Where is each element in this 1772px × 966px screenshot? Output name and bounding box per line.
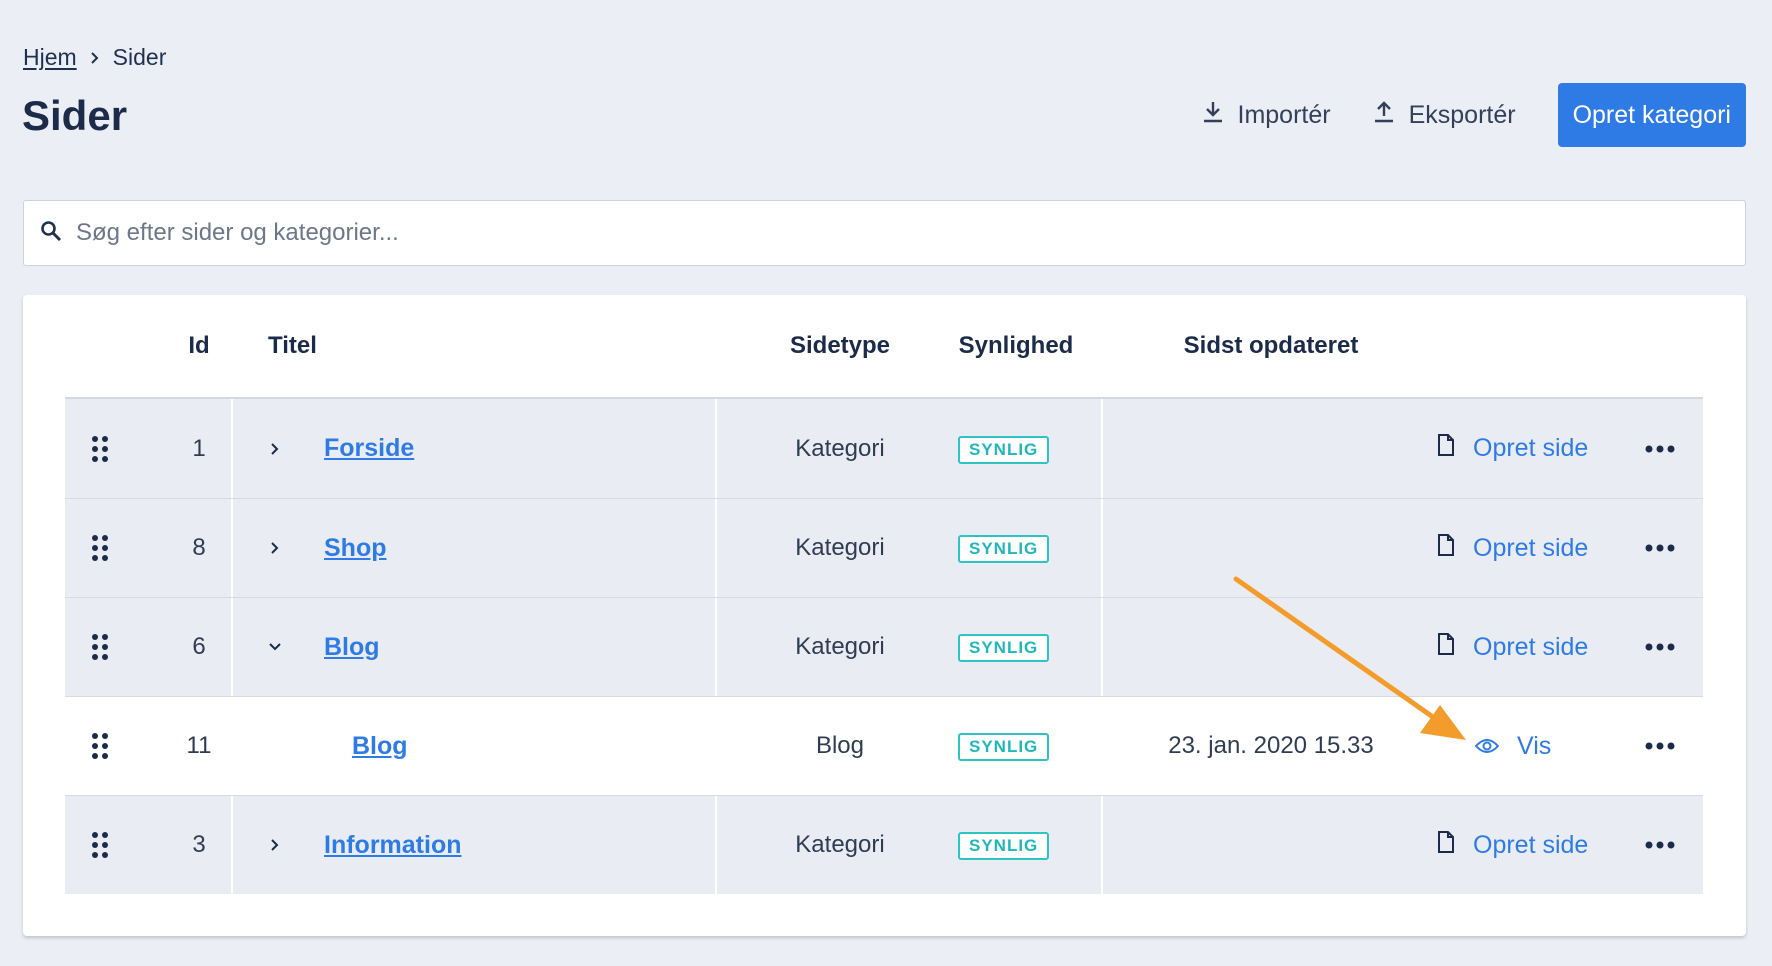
create-page-button[interactable]: Opret side [1437, 533, 1589, 563]
row-type: Kategori [795, 534, 885, 561]
status-badge: SYNLIG [958, 832, 1050, 860]
row-id: 6 [192, 633, 206, 660]
breadcrumb-home-link[interactable]: Hjem [23, 44, 77, 71]
create-page-label: Opret side [1473, 632, 1589, 661]
status-badge: SYNLIG [958, 634, 1050, 662]
drag-handle-icon[interactable] [89, 831, 111, 859]
create-page-label: Opret side [1473, 830, 1589, 859]
status-badge: SYNLIG [958, 733, 1050, 761]
view-label: Vis [1517, 731, 1552, 760]
export-label: Eksportér [1408, 100, 1516, 129]
chevron-right-icon[interactable] [265, 442, 285, 456]
row-id: 8 [192, 534, 206, 561]
eye-icon [1474, 732, 1517, 761]
more-options-icon[interactable] [1643, 445, 1677, 453]
pages-screen: Hjem Sider Sider Importér Eksportér Opre… [0, 0, 1772, 966]
pages-table: Id Titel Sidetype Synlighed Sidst opdate… [65, 295, 1703, 894]
row-type: Kategori [795, 633, 885, 660]
row-title-link[interactable]: Blog [324, 633, 380, 662]
status-badge: SYNLIG [958, 535, 1050, 563]
create-page-button[interactable]: Opret side [1437, 830, 1589, 860]
chevron-down-icon[interactable] [265, 642, 285, 652]
view-button[interactable]: Vis [1474, 731, 1552, 761]
search-box [23, 200, 1746, 266]
header-updated: Sidst opdateret [1183, 332, 1359, 359]
breadcrumb-current: Sider [112, 44, 167, 70]
import-label: Importér [1237, 100, 1331, 129]
document-icon [1437, 533, 1473, 563]
document-icon [1437, 830, 1473, 860]
row-type: Kategori [795, 831, 885, 858]
breadcrumb: Hjem Sider [23, 44, 166, 71]
table-header: Id Titel Sidetype Synlighed Sidst opdate… [65, 295, 1703, 399]
row-type: Blog [815, 732, 865, 759]
row-title-link[interactable]: Information [324, 831, 462, 860]
chevron-right-icon [89, 51, 101, 65]
row-title-link[interactable]: Blog [352, 732, 408, 761]
table-row: 8 Shop Kategori SYNLIG Opret side [65, 498, 1703, 597]
create-page-label: Opret side [1473, 533, 1589, 562]
more-options-icon[interactable] [1643, 841, 1677, 849]
drag-handle-icon[interactable] [89, 732, 111, 760]
create-page-label: Opret side [1473, 434, 1589, 462]
drag-handle-icon[interactable] [89, 435, 111, 463]
header-title: Titel [268, 332, 317, 359]
row-title-link[interactable]: Forside [324, 434, 414, 463]
export-button[interactable]: Eksportér [1373, 100, 1516, 131]
document-icon [1437, 632, 1473, 662]
more-options-icon[interactable] [1643, 742, 1677, 750]
table-row: 3 Information Kategori SYNLIG Opret side [65, 795, 1703, 894]
drag-handle-icon[interactable] [89, 633, 111, 661]
search-input[interactable] [76, 201, 1745, 265]
header-id: Id [188, 332, 210, 359]
create-page-button[interactable]: Opret side [1437, 434, 1588, 463]
chevron-right-icon[interactable] [265, 541, 285, 555]
table-row: 1 Forside Kategori SYNLIG Opret side [65, 399, 1703, 498]
table-row: 6 Blog Kategori SYNLIG Opret side [65, 597, 1703, 696]
create-category-button[interactable]: Opret kategori [1557, 83, 1746, 147]
upload-icon [1373, 100, 1409, 131]
row-type: Kategori [795, 434, 885, 462]
row-title-link[interactable]: Shop [324, 534, 387, 563]
header-type: Sidetype [789, 332, 891, 359]
chevron-right-icon[interactable] [265, 838, 285, 852]
row-id: 1 [192, 434, 206, 462]
header-actions: Importér Eksportér Opret kategori [1202, 83, 1746, 147]
pages-table-card: Id Titel Sidetype Synlighed Sidst opdate… [23, 295, 1746, 936]
table-row: 11 Blog Blog SYNLIG 23. jan. 2020 15.33 … [65, 696, 1703, 795]
drag-handle-icon[interactable] [89, 534, 111, 562]
header-visibility: Synlighed [958, 332, 1074, 359]
download-icon [1202, 100, 1238, 131]
status-badge: SYNLIG [958, 435, 1050, 464]
row-id: 3 [192, 831, 206, 858]
more-options-icon[interactable] [1643, 544, 1677, 552]
row-id: 11 [186, 732, 212, 759]
import-button[interactable]: Importér [1202, 100, 1331, 131]
create-page-button[interactable]: Opret side [1437, 632, 1589, 662]
more-options-icon[interactable] [1643, 643, 1677, 651]
search-icon [40, 220, 62, 247]
row-updated: 23. jan. 2020 15.33 [1168, 732, 1374, 759]
document-icon [1437, 434, 1473, 463]
page-title: Sider [22, 92, 128, 139]
